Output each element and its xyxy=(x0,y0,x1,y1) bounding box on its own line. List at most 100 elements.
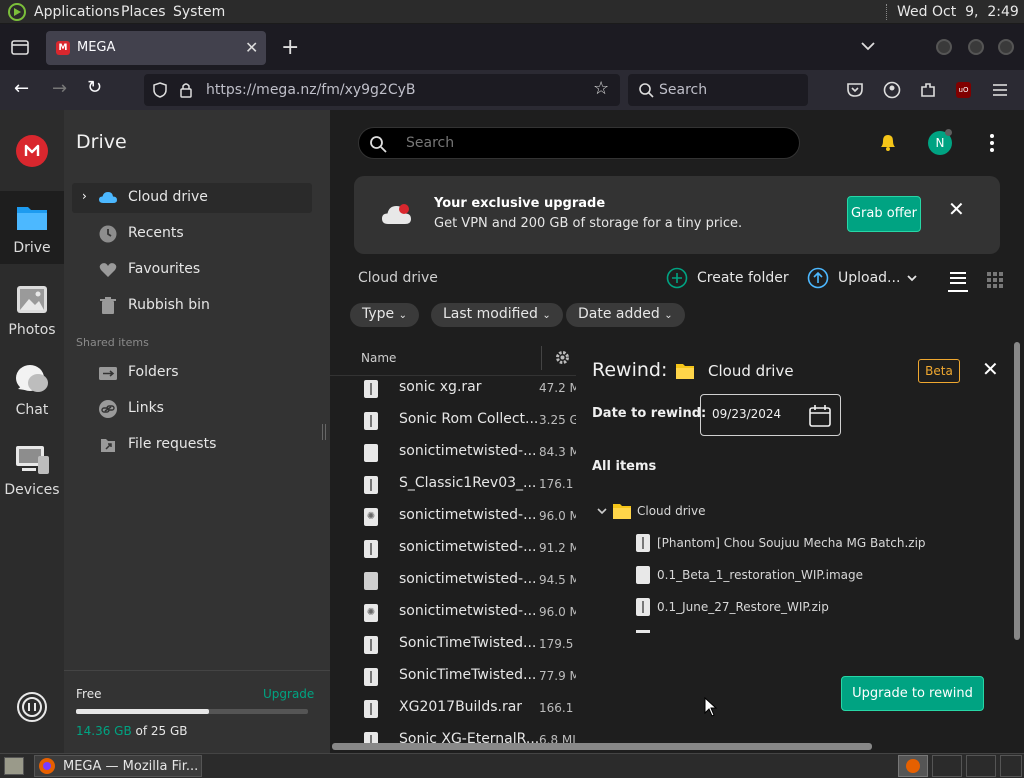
filter-date-added[interactable]: Date added ⌄ xyxy=(566,303,685,327)
tab-list-icon[interactable] xyxy=(10,38,30,58)
table-row[interactable]: sonictimetwisted-... 91.2 M xyxy=(330,532,580,564)
sidebar-item-folders[interactable]: Folders xyxy=(72,358,312,388)
filter-type[interactable]: Type ⌄ xyxy=(350,303,419,327)
tab-close-icon[interactable]: ✕ xyxy=(245,38,258,57)
list-view-icon[interactable] xyxy=(948,270,968,288)
sidebar-resize-handle[interactable] xyxy=(322,424,326,440)
table-row[interactable]: S_Classic1Rev03_... 176.1 xyxy=(330,468,576,500)
sidebar-item-links[interactable]: Links xyxy=(72,394,312,424)
workspace-4[interactable] xyxy=(1000,755,1022,777)
search-input[interactable]: Search xyxy=(358,127,800,159)
file-icon xyxy=(636,566,650,584)
close-icon[interactable]: ✕ xyxy=(982,357,999,381)
sidebar-item-favourites[interactable]: Favourites xyxy=(72,255,312,285)
upload-icon[interactable] xyxy=(807,267,829,289)
table-row[interactable]: XG2017Builds.rar 166.1 xyxy=(330,692,576,724)
name-column-header[interactable]: Name xyxy=(361,351,396,365)
pocket-icon[interactable] xyxy=(846,81,864,99)
menu-places[interactable]: Places xyxy=(121,4,166,20)
window-minimize-icon[interactable] xyxy=(936,39,952,55)
ublock-icon[interactable]: uO xyxy=(956,82,971,98)
chevron-down-icon[interactable] xyxy=(906,274,918,284)
file-name: XG2017Builds.rar xyxy=(399,699,523,715)
upgrade-link[interactable]: Upgrade xyxy=(263,687,314,701)
table-row[interactable]: Sonic XG-EternalR... 6.8 MI xyxy=(330,724,576,756)
workspace-1[interactable] xyxy=(898,755,928,777)
sidebar-item-rubbish-bin[interactable]: Rubbish bin xyxy=(72,291,312,321)
table-row[interactable]: sonictimetwisted-... 84.3 M xyxy=(330,436,580,468)
filter-last-modified[interactable]: Last modified ⌄ xyxy=(431,303,563,327)
file-size: 91.2 M xyxy=(539,541,580,555)
file-size: 96.0 M xyxy=(539,509,580,523)
new-tab-icon[interactable]: + xyxy=(281,35,299,60)
browser-search-field[interactable]: Search xyxy=(628,74,808,106)
lock-icon[interactable] xyxy=(179,81,193,99)
sidebar-item-file-requests[interactable]: File requests xyxy=(72,430,312,460)
table-row[interactable]: ✺ sonictimetwisted-... 96.0 M xyxy=(330,596,580,628)
more-vertical-icon[interactable] xyxy=(985,132,999,154)
rewind-panel: Rewind: Cloud drive Beta ✕ Date to rewin… xyxy=(576,342,1012,746)
back-icon[interactable]: ← xyxy=(14,78,29,99)
chevron-down-icon[interactable] xyxy=(860,40,876,52)
show-desktop-icon[interactable] xyxy=(4,757,24,775)
chevron-right-icon[interactable]: › xyxy=(82,189,87,203)
tab-mega[interactable]: M MEGA ✕ xyxy=(46,31,266,65)
table-row[interactable]: SonicTimeTwisted... 77.9 M xyxy=(330,660,580,692)
account-icon[interactable] xyxy=(883,81,901,99)
url-text: https://mega.nz/fm/xy9g2CyB xyxy=(206,82,416,98)
add-folder-icon[interactable] xyxy=(666,267,688,289)
forward-icon[interactable]: → xyxy=(52,78,67,99)
table-row[interactable]: sonic xg.rar 47.2 M xyxy=(330,372,580,404)
menu-applications[interactable]: Applications xyxy=(34,4,120,20)
firefox-icon xyxy=(39,758,55,774)
tree-item-label: 0.1_June_27_Restore_WIP.zip xyxy=(657,600,829,614)
horizontal-scrollbar[interactable] xyxy=(332,743,872,750)
upload-button[interactable]: Upload... xyxy=(838,270,900,286)
rail-label: Photos xyxy=(8,322,56,338)
date-picker[interactable]: 09/23/2024 xyxy=(700,394,841,436)
bell-icon[interactable] xyxy=(877,131,899,153)
chevron-down-icon: ⌄ xyxy=(542,310,551,321)
folder-icon xyxy=(676,364,694,379)
table-row[interactable]: ✺ sonictimetwisted-... 96.0 M xyxy=(330,500,580,532)
zip-file-icon xyxy=(364,476,378,494)
close-icon[interactable]: ✕ xyxy=(948,197,965,221)
menu-system[interactable]: System xyxy=(173,4,225,20)
file-name: SonicTimeTwisted... xyxy=(399,667,537,683)
hamburger-menu-icon[interactable] xyxy=(991,82,1009,98)
clock[interactable]: Wed Oct 9, 2:49 PM xyxy=(897,4,1024,20)
shield-icon[interactable] xyxy=(152,82,168,98)
upgrade-to-rewind-button[interactable]: Upgrade to rewind xyxy=(841,676,984,711)
mega-logo-icon[interactable] xyxy=(16,135,48,167)
create-folder-button[interactable]: Create folder xyxy=(697,270,789,286)
rail-photos[interactable]: Photos xyxy=(0,283,64,343)
url-bar[interactable]: https://mega.nz/fm/xy9g2CyB ☆ xyxy=(144,74,620,106)
extensions-icon[interactable] xyxy=(919,81,937,99)
banner-title: Your exclusive upgrade xyxy=(434,196,606,211)
chevron-down-icon[interactable] xyxy=(596,507,608,517)
table-row[interactable]: Sonic Rom Collect... 3.25 G xyxy=(330,404,579,436)
bookmark-star-icon[interactable]: ☆ xyxy=(593,78,609,99)
calendar-icon[interactable] xyxy=(808,404,832,428)
workspace-3[interactable] xyxy=(966,755,996,777)
rail-devices[interactable]: Devices xyxy=(0,443,64,503)
window-maximize-icon[interactable] xyxy=(968,39,984,55)
sidebar-item-recents[interactable]: Recents xyxy=(72,219,312,249)
rail-chat[interactable]: Chat xyxy=(0,363,64,423)
window-close-icon[interactable] xyxy=(998,39,1014,55)
table-row[interactable]: sonictimetwisted-... 94.5 M xyxy=(330,564,580,596)
reload-icon[interactable]: ↻ xyxy=(87,77,102,98)
gnome-foot-icon[interactable] xyxy=(8,3,26,21)
transfers-icon[interactable] xyxy=(16,691,48,723)
vertical-scrollbar[interactable] xyxy=(1014,342,1020,640)
taskbar-window-firefox[interactable]: MEGA — Mozilla Fir... xyxy=(34,755,202,777)
table-row[interactable]: SonicTimeTwisted... 179.5 xyxy=(330,628,576,660)
sidebar-item-cloud-drive[interactable]: › Cloud drive xyxy=(72,183,312,213)
grid-view-icon[interactable] xyxy=(987,272,1003,288)
workspace-2[interactable] xyxy=(932,755,962,777)
file-size: 179.5 xyxy=(539,637,574,651)
rail-drive[interactable]: Drive xyxy=(0,191,64,264)
gear-icon[interactable] xyxy=(554,349,571,366)
tree-root-label[interactable]: Cloud drive xyxy=(637,504,705,518)
grab-offer-button[interactable]: Grab offer xyxy=(847,196,921,232)
